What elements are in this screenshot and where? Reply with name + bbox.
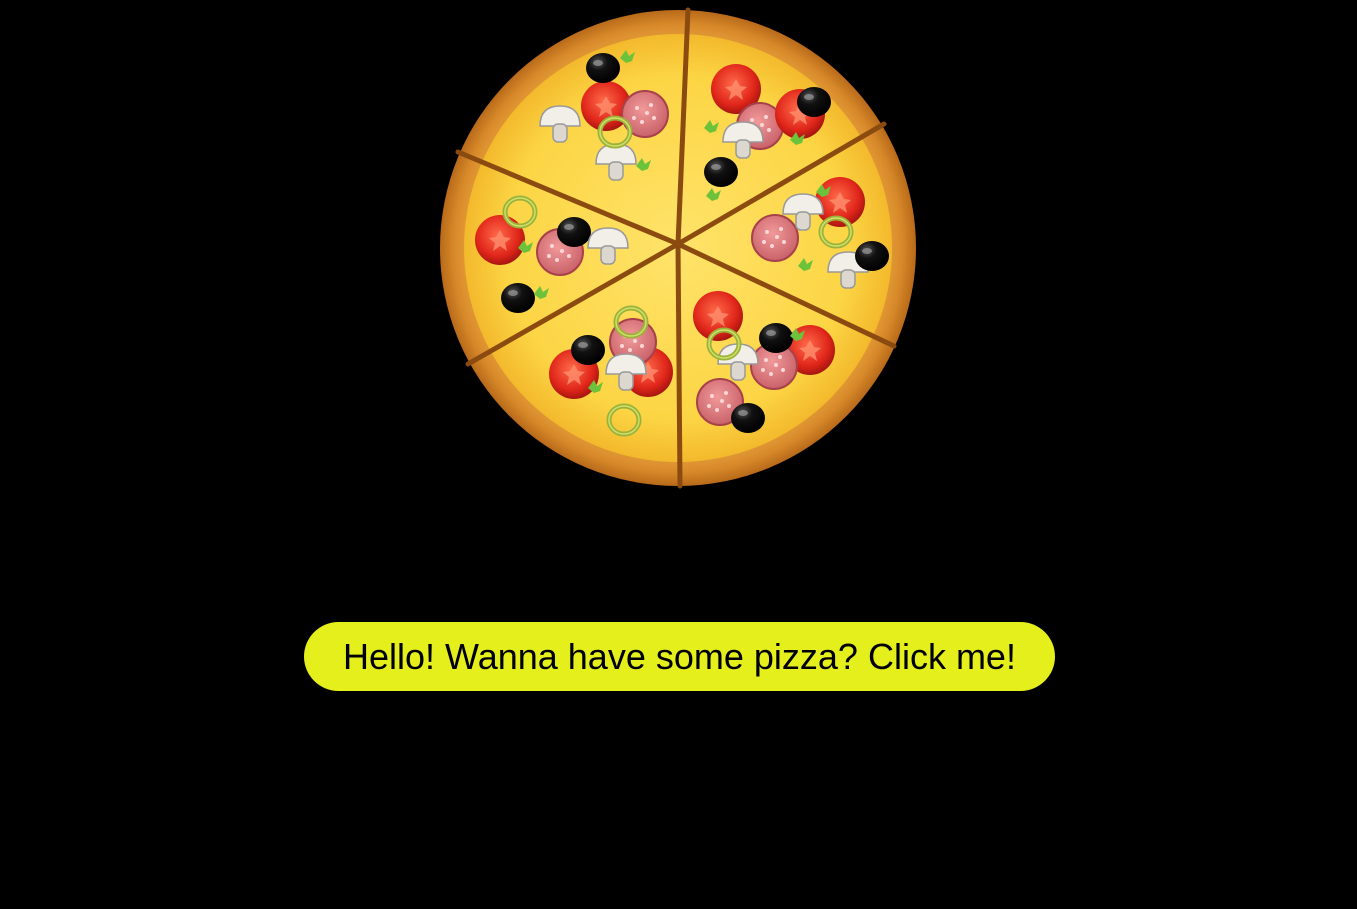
pizza-icon (440, 7, 916, 489)
pizza-image (438, 4, 922, 492)
page: Hello! Wanna have some pizza? Click me! (0, 0, 1357, 909)
order-pizza-button[interactable]: Hello! Wanna have some pizza? Click me! (304, 622, 1055, 691)
